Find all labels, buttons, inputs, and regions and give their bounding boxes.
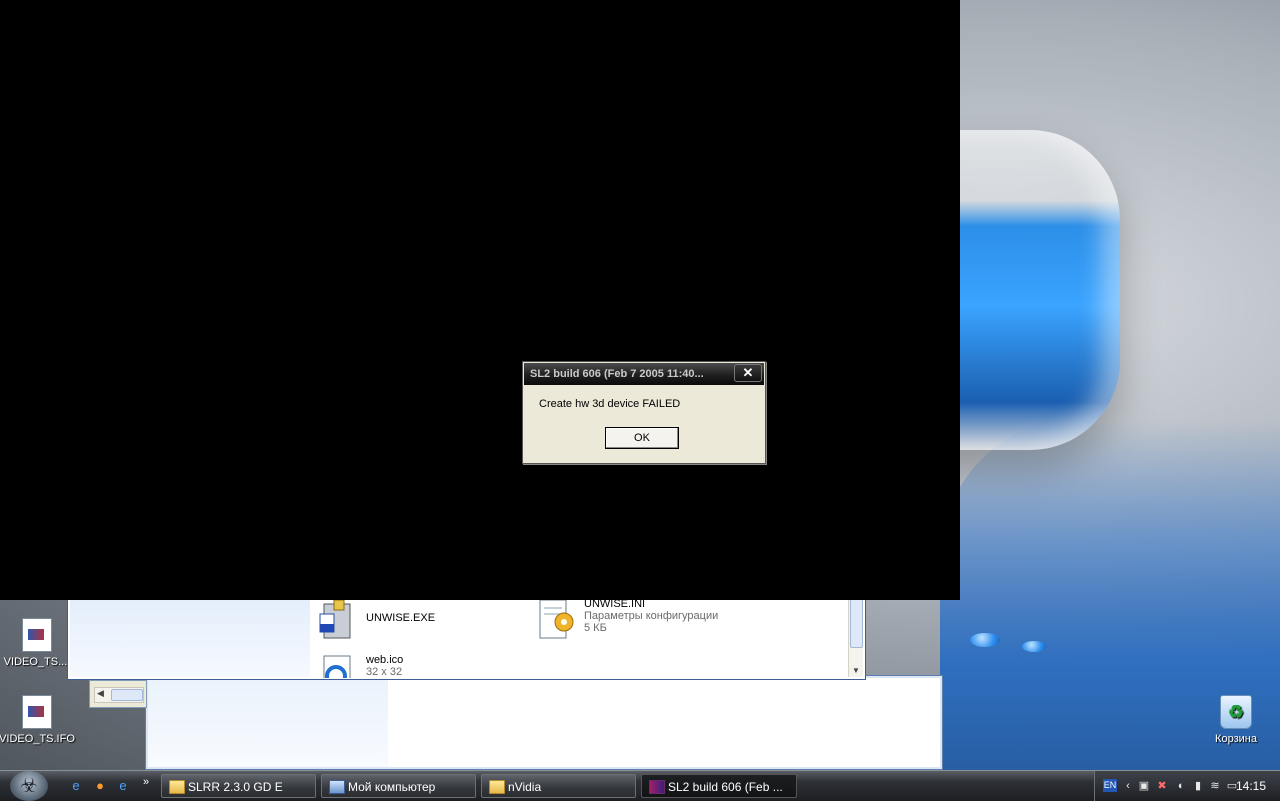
video-file-icon [22, 695, 52, 729]
taskbar-button-label: SLRR 2.3.0 GD E [188, 780, 283, 794]
volume-icon[interactable]: ◖ [1173, 779, 1187, 793]
quick-launch-more-icon[interactable]: » [143, 776, 149, 788]
tray-expand-icon[interactable]: ‹ [1121, 779, 1135, 793]
taskbar-button-label: nVidia [508, 780, 542, 794]
firefox-icon[interactable]: ● [92, 778, 108, 794]
start-button[interactable]: ☣ [10, 771, 48, 801]
scrollbar-thumb[interactable] [850, 598, 863, 648]
recycle-bin-icon: ♻ [1220, 695, 1252, 729]
desktop-icon-label: VIDEO_TS.IFO [0, 733, 75, 745]
ok-button[interactable]: OK [605, 427, 679, 449]
game-icon [649, 780, 665, 794]
file-dimensions: 32 x 32 [366, 666, 403, 678]
wallpaper-drop [1022, 641, 1046, 652]
desktop-icon-video-ts-bup[interactable]: VIDEO_TS.... [0, 618, 75, 668]
explorer-window-middle[interactable]: ◀ [89, 680, 147, 708]
ie-alt-icon[interactable]: e [115, 778, 131, 794]
installer-icon [319, 599, 351, 639]
taskbar-button-sl2-build[interactable]: SL2 build 606 (Feb ... [641, 774, 797, 798]
ie-icon [323, 655, 351, 678]
explorer-window-front[interactable]: UNWISE.EXE UNWISE.INI Параметры конфигур… [67, 598, 866, 680]
vertical-scrollbar[interactable]: ▼ [848, 598, 863, 677]
language-indicator[interactable]: EN [1103, 779, 1117, 792]
file-item-unwise-ini[interactable]: UNWISE.INI Параметры конфигурации 5 КБ [534, 598, 718, 642]
explorer-task-pane [148, 678, 388, 767]
explorer-window-back[interactable] [145, 675, 943, 770]
wireless-icon[interactable]: ≋ [1208, 779, 1222, 793]
file-item-web-ico[interactable]: web.ico 32 x 32 [316, 654, 403, 678]
system-tray: EN ‹ ▣ ✖ ◖ ▮ ≋ ▭ 14:15 [1094, 771, 1280, 801]
internet-explorer-icon[interactable]: e [68, 778, 84, 794]
wallpaper-drop [970, 633, 1000, 647]
error-dialog: SL2 build 606 (Feb 7 2005 11:40... ✕ Cre… [522, 361, 766, 464]
taskbar-button-label: Мой компьютер [348, 780, 436, 794]
close-button[interactable]: ✕ [734, 364, 762, 382]
device-icon[interactable]: ▮ [1191, 779, 1205, 793]
taskbar-button-slrr[interactable]: SLRR 2.3.0 GD E [161, 774, 316, 798]
folder-icon [169, 780, 185, 794]
file-name: UNWISE.EXE [366, 612, 436, 624]
taskbar: ☣ e ● e » SLRR 2.3.0 GD E Мой компьютер … [0, 770, 1280, 801]
security-icon[interactable]: ✖ [1155, 779, 1169, 793]
desktop-icon-label: VIDEO_TS.... [3, 656, 71, 668]
desktop-icon-label: Корзина [1215, 733, 1257, 745]
file-name: web.ico [366, 654, 404, 666]
video-file-icon [22, 618, 52, 652]
taskbar-button-label: SL2 build 606 (Feb ... [668, 780, 783, 794]
file-item-unwise-exe[interactable]: UNWISE.EXE [316, 598, 435, 642]
dialog-message: Create hw 3d device FAILED [539, 398, 681, 410]
horizontal-scrollbar[interactable]: ◀ [94, 687, 144, 703]
file-size: 5 КБ [584, 622, 607, 634]
dialog-title: SL2 build 606 (Feb 7 2005 11:40... [524, 363, 764, 385]
taskbar-button-nvidia[interactable]: nVidia [481, 774, 636, 798]
taskbar-button-my-computer[interactable]: Мой компьютер [321, 774, 476, 798]
scroll-down-icon[interactable]: ▼ [852, 666, 860, 675]
network-icon[interactable]: ▣ [1137, 779, 1151, 793]
desktop-icon-video-ts-ifo[interactable]: VIDEO_TS.IFO [0, 695, 75, 745]
file-type: Параметры конфигурации [584, 610, 719, 622]
desktop-icon-recycle-bin[interactable]: ♻ Корзина [1198, 695, 1274, 745]
folder-icon [489, 780, 505, 794]
scroll-left-icon[interactable]: ◀ [97, 688, 104, 699]
explorer-task-pane [70, 598, 310, 677]
scrollbar-thumb[interactable] [111, 689, 143, 701]
clock[interactable]: 14:15 [1236, 771, 1266, 801]
settings-file-icon [539, 599, 574, 639]
game-window-black [0, 0, 960, 600]
my-computer-icon [329, 780, 345, 794]
